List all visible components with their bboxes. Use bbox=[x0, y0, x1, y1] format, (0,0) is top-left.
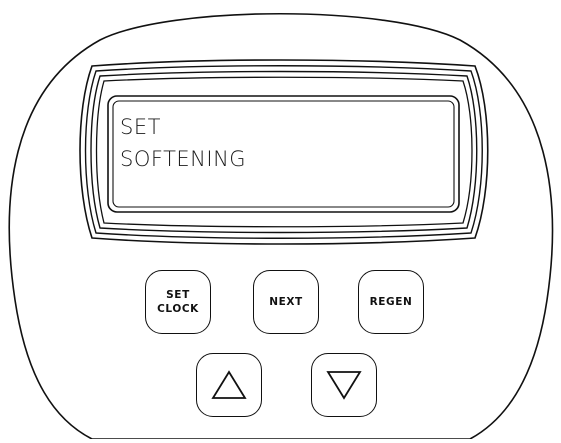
regen-label: REGEN bbox=[369, 295, 413, 308]
triangle-up-icon bbox=[211, 370, 247, 399]
display-line-1: SET bbox=[120, 115, 161, 139]
down-button[interactable] bbox=[311, 353, 377, 417]
set-clock-label-line-1: SET bbox=[166, 288, 190, 301]
next-button[interactable]: NEXT bbox=[253, 270, 319, 334]
housing-outline bbox=[8, 12, 554, 440]
set-clock-label: SET CLOCK bbox=[157, 288, 199, 316]
set-clock-label-line-2: CLOCK bbox=[157, 303, 199, 315]
regen-button[interactable]: REGEN bbox=[358, 270, 424, 334]
set-clock-button[interactable]: SET CLOCK bbox=[145, 270, 211, 334]
triangle-down-icon bbox=[326, 371, 362, 400]
display-line-2: SOFTENING bbox=[120, 147, 247, 171]
up-button[interactable] bbox=[196, 353, 262, 417]
next-label: NEXT bbox=[269, 295, 303, 308]
controller-housing bbox=[0, 0, 561, 440]
